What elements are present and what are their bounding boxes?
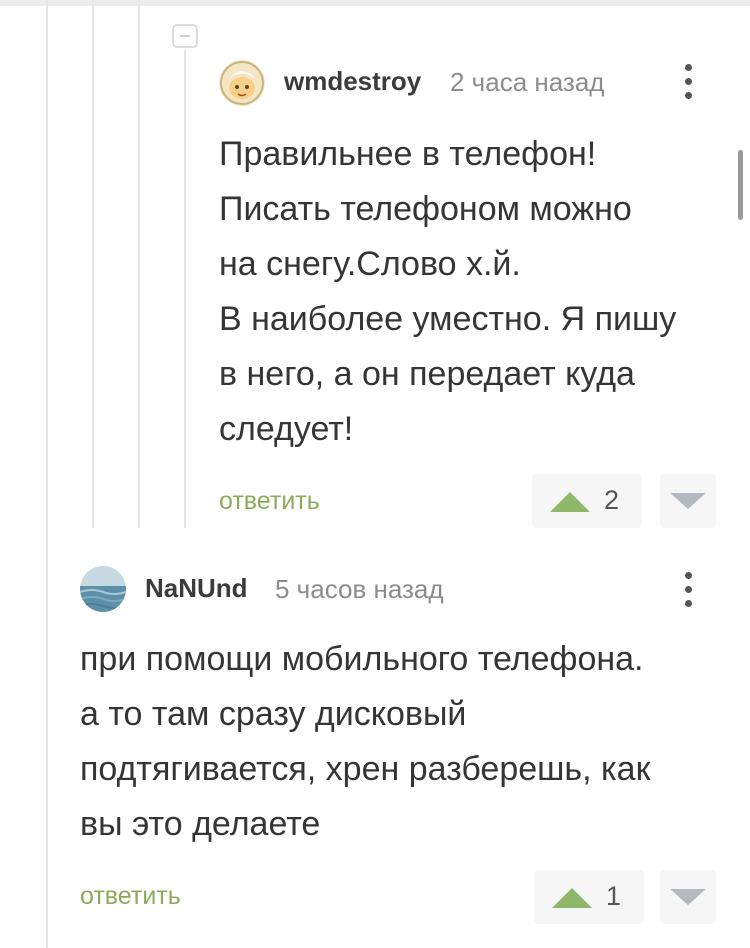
thread-line [184, 50, 186, 528]
comment-line: вы это делаете [80, 805, 321, 843]
upvote-button[interactable]: 2 [532, 474, 642, 528]
user-avatar-wmdestroy[interactable] [219, 60, 265, 106]
more-options-icon[interactable] [683, 572, 693, 612]
comment-line: а то там сразу дисковый [80, 695, 467, 733]
more-options-icon[interactable] [683, 64, 693, 104]
downvote-button[interactable] [660, 870, 716, 924]
comment-body: Правильнее в телефон! Писать телефоном м… [219, 127, 676, 457]
rating-count: 2 [604, 485, 620, 515]
upvote-icon [550, 492, 590, 512]
reply-link[interactable]: ответить [80, 882, 181, 911]
upvote-button[interactable]: 1 [534, 870, 644, 924]
comment-timestamp[interactable]: 2 часа назад [450, 67, 604, 98]
collapse-thread-icon[interactable] [172, 24, 198, 48]
thread-line [92, 0, 94, 528]
comment-username[interactable]: wmdestroy [284, 66, 421, 97]
comment-line: Писать телефоном можно [219, 190, 632, 228]
comment-timestamp[interactable]: 5 часов назад [275, 574, 444, 605]
thread-line [138, 0, 140, 528]
rating-count: 1 [606, 881, 622, 911]
downvote-button[interactable] [660, 474, 716, 528]
upvote-icon [552, 888, 592, 908]
downvote-icon [670, 493, 706, 509]
comment-line: В наиболее уместно. Я пишу [219, 300, 677, 338]
downvote-icon [670, 889, 706, 905]
top-divider [0, 0, 750, 6]
comment-line: в него, а он передает куда [219, 355, 635, 393]
comment-body: при помощи мобильного телефона. а то там… [80, 632, 650, 852]
user-avatar-nanund[interactable] [80, 566, 126, 612]
thread-line [46, 0, 48, 948]
comment-username[interactable]: NaNUnd [145, 573, 248, 604]
comment-line: Правильнее в телефон! [219, 135, 597, 173]
comment-line: следует! [219, 410, 354, 448]
comment-line: подтягивается, хрен разберешь, как [80, 750, 651, 788]
reply-link[interactable]: ответить [219, 487, 320, 516]
comment-line: при помощи мобильного телефона. [80, 640, 644, 678]
comment-line: на снегу.Слово х.й. [219, 245, 521, 283]
scrollbar[interactable] [738, 150, 743, 220]
